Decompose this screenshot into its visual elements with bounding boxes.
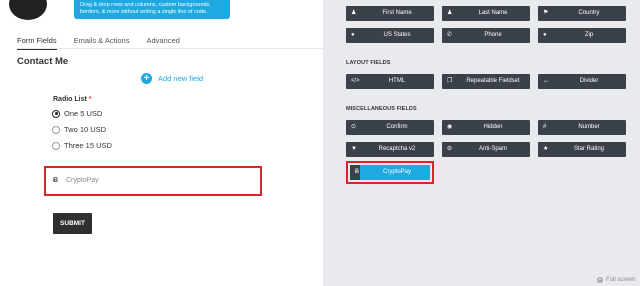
radio-option-three[interactable]: Three 15 USD xyxy=(52,141,112,150)
radio-list-label: Radio List * xyxy=(53,96,92,103)
radio-option-one[interactable]: One 5 USD xyxy=(52,109,102,118)
field-confirm[interactable]: ⊙ Confirm xyxy=(346,120,434,135)
radio-button-selected[interactable] xyxy=(52,109,60,118)
bitcoin-icon: Ƀ xyxy=(53,177,59,184)
map-marker-icon: ● xyxy=(543,32,547,38)
field-first-name[interactable]: ♟ First Name xyxy=(346,6,434,21)
tab-divider xyxy=(17,48,323,49)
ban-icon: ⊘ xyxy=(447,146,453,152)
cryptopay-field[interactable]: Ƀ CryptoPay xyxy=(44,166,262,196)
field-html[interactable]: </> HTML xyxy=(346,74,434,89)
field-us-states[interactable]: ● US States xyxy=(346,28,434,43)
map-marker-icon: ● xyxy=(351,32,355,38)
plus-icon: + xyxy=(141,73,152,84)
promo-banner[interactable]: Drag & drop rows and columns, custom bac… xyxy=(74,0,230,19)
radio-option-two[interactable]: Two 10 USD xyxy=(52,125,106,134)
field-zip[interactable]: ● Zip xyxy=(538,28,626,43)
cryptopay-field-highlight: Ƀ CryptoPay xyxy=(346,161,434,184)
field-star-rating[interactable]: ★ Star Rating xyxy=(538,142,626,157)
radio-option-label: Three 15 USD xyxy=(64,141,112,150)
field-last-name[interactable]: ♟ Last Name xyxy=(442,6,530,21)
misc-fields-heading: MISCELLANEOUS FIELDS xyxy=(346,106,417,112)
radio-button[interactable] xyxy=(52,141,60,150)
bitcoin-icon: Ƀ xyxy=(355,169,360,175)
form-builder-panel: Drag & drop rows and columns, custom bac… xyxy=(0,0,323,286)
radio-option-label: Two 10 USD xyxy=(64,125,107,134)
form-title: Contact Me xyxy=(17,56,69,67)
field-hidden[interactable]: ◉ Hidden xyxy=(442,120,530,135)
field-country[interactable]: ⚑ Country xyxy=(538,6,626,21)
ninja-logo xyxy=(6,0,52,22)
star-icon: ★ xyxy=(543,146,549,152)
add-new-field-label: Add new field xyxy=(158,74,204,83)
radio-button[interactable] xyxy=(52,125,60,134)
layout-fields-heading: LAYOUT FIELDS xyxy=(346,60,391,66)
radio-list-label-text: Radio List xyxy=(53,96,87,103)
code-icon: </> xyxy=(351,78,360,84)
phone-icon: ✆ xyxy=(447,32,453,38)
user-icon: ♟ xyxy=(447,10,453,16)
required-asterisk: * xyxy=(88,96,92,103)
fullscreen-toggle[interactable]: + Full screen xyxy=(597,277,635,283)
field-anti-spam[interactable]: ⊘ Anti-Spam xyxy=(442,142,530,157)
fullscreen-label: Full screen xyxy=(606,277,636,283)
user-icon: ♟ xyxy=(351,10,357,16)
field-repeatable-fieldset[interactable]: ❐ Repeatable Fieldset xyxy=(442,74,530,89)
arrows-h-icon: ↔ xyxy=(543,78,549,84)
field-phone[interactable]: ✆ Phone xyxy=(442,28,530,43)
field-recaptcha[interactable]: ▼ Recaptcha v2 xyxy=(346,142,434,157)
submit-button[interactable]: SUBMIT xyxy=(53,213,92,234)
check-circle-icon: ⊙ xyxy=(351,124,357,130)
field-number[interactable]: # Number xyxy=(538,120,626,135)
add-new-field-button[interactable]: + Add new field xyxy=(141,73,203,84)
copy-icon: ❐ xyxy=(447,78,453,84)
flag-icon: ⚑ xyxy=(543,10,549,16)
hashtag-icon: # xyxy=(543,124,547,130)
field-divider[interactable]: ↔ Divider xyxy=(538,74,626,89)
eye-slash-icon: ◉ xyxy=(447,124,453,130)
filter-icon: ▼ xyxy=(351,146,357,152)
cryptopay-placeholder: CryptoPay xyxy=(66,177,99,184)
field-cryptopay[interactable]: Ƀ CryptoPay xyxy=(350,165,430,180)
radio-option-label: One 5 USD xyxy=(64,109,103,118)
plus-circle-icon: + xyxy=(597,277,603,283)
